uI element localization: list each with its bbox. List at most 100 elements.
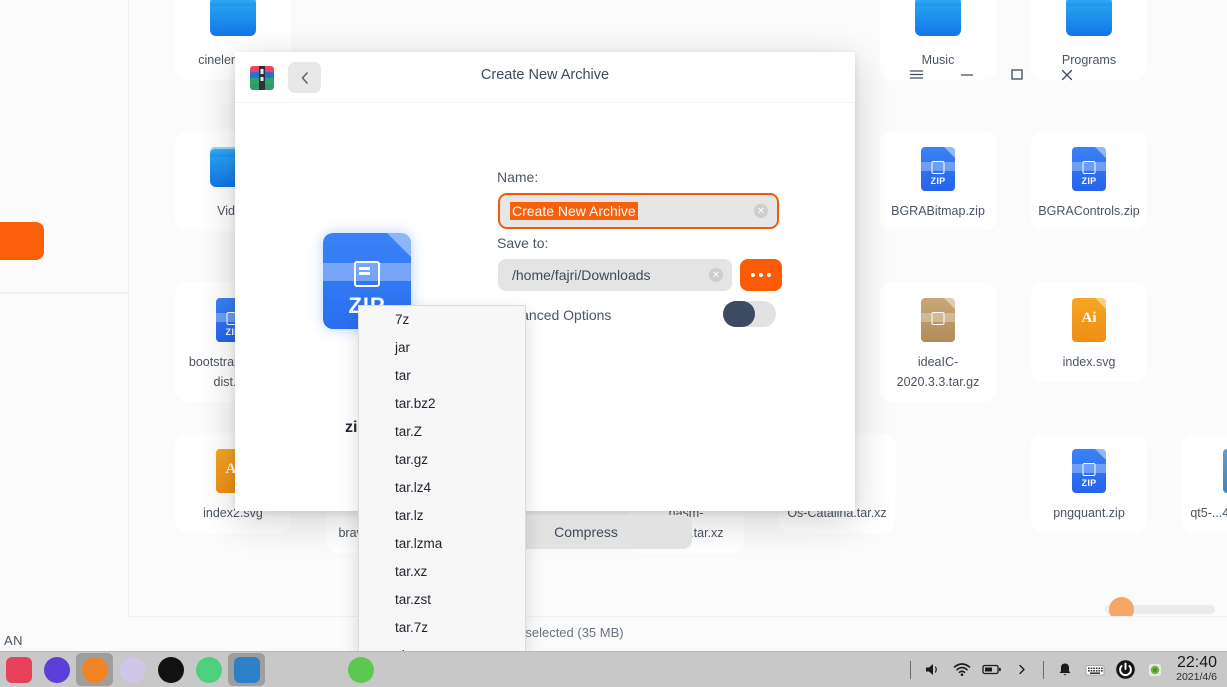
taskbar-app-media-player[interactable] <box>152 653 189 686</box>
tray-separator <box>1043 660 1045 679</box>
ai-file-icon: Ai <box>1063 294 1115 346</box>
taskbar-app-app-green[interactable] <box>342 653 379 686</box>
browse-button[interactable] <box>740 259 782 291</box>
taskbar-app-cpu-monitor[interactable] <box>38 653 75 686</box>
dialog-body: ZIP zip Name: Create New Archive ✕ Save … <box>235 103 855 549</box>
format-option[interactable]: jar <box>359 334 525 362</box>
format-option[interactable]: tar.7z <box>359 614 525 642</box>
app-green-icon <box>347 656 374 683</box>
menu-button[interactable] <box>903 64 929 90</box>
file-manager-sidebar: AN <box>0 0 129 652</box>
taskbar-app-gimp[interactable] <box>266 653 303 686</box>
taskbar-app-camera[interactable] <box>114 653 151 686</box>
format-option[interactable]: tar <box>359 362 525 390</box>
file-item[interactable]: qt5-...4.pkg.tar.zst <box>1182 433 1227 533</box>
save-to-value: /home/fajri/Downloads <box>512 267 651 283</box>
app-red-icon <box>5 656 32 683</box>
dialog-titlebar: Create New Archive <box>235 52 1073 103</box>
format-option[interactable]: tar.zst <box>359 586 525 614</box>
format-option[interactable]: tar.lz <box>359 502 525 530</box>
notification-bell-icon[interactable] <box>1050 652 1080 687</box>
file-item-label: BGRABitmap.zip <box>891 204 985 218</box>
power-icon[interactable] <box>1110 652 1140 687</box>
close-icon <box>1060 68 1074 87</box>
folder-icon <box>912 0 964 44</box>
file-item[interactable]: Ai index.svg <box>1031 282 1147 382</box>
file-manager-statusbar: es selected (35 MB) <box>128 616 1227 652</box>
format-option[interactable]: tar.xz <box>359 558 525 586</box>
format-option[interactable]: 7z <box>359 306 525 334</box>
format-option[interactable]: tar.Z <box>359 418 525 446</box>
clock-time: 22:40 <box>1176 654 1217 671</box>
advanced-options-toggle[interactable] <box>723 301 776 327</box>
clear-icon[interactable]: ✕ <box>754 204 768 218</box>
volume-icon[interactable] <box>917 652 947 687</box>
toggle-knob <box>723 301 755 327</box>
minimize-button[interactable] <box>954 64 980 90</box>
name-input-value: Create New Archive <box>510 202 638 220</box>
file-item-label: ideaIC-2020.3.3.tar.gz <box>896 355 980 389</box>
sidebar-bottom-label: AN <box>4 633 24 648</box>
sidebar-selected-item[interactable] <box>0 222 44 260</box>
save-to-input[interactable]: /home/fajri/Downloads ✕ <box>498 259 732 291</box>
media-player-icon <box>157 656 184 683</box>
file-item-label: index.svg <box>1062 355 1116 369</box>
format-option[interactable]: tar.lzma <box>359 530 525 558</box>
taskbar-clock[interactable]: 22:40 2021/4/6 <box>1176 655 1217 684</box>
hamburger-icon <box>909 68 924 86</box>
save-to-label: Save to: <box>497 235 549 251</box>
file-item[interactable]: ZIP BGRABitmap.zip <box>880 131 996 231</box>
maximize-icon <box>1010 68 1024 86</box>
gimp-icon <box>272 657 298 683</box>
music-player-icon <box>195 656 222 683</box>
file-item[interactable]: ZIP BGRAControls.zip <box>1031 131 1147 231</box>
format-option[interactable]: tar.bz2 <box>359 390 525 418</box>
file-item[interactable]: ideaIC-2020.3.3.tar.gz <box>880 282 996 402</box>
keyboard-icon[interactable] <box>1080 652 1110 687</box>
taskbar-app-music-player[interactable] <box>190 653 227 686</box>
taskbar-app-firefox[interactable] <box>76 653 113 686</box>
file-item[interactable]: ZIP pngquant.zip <box>1031 433 1147 533</box>
desktop-screen: AN cinelerra-7.2 Music Programs Video ZIP BGR… <box>0 0 1227 687</box>
name-label: Name: <box>497 169 539 185</box>
create-new-archive-dialog: Create New Archive zip Name: Create New … <box>235 52 1073 549</box>
zip-file-icon: ZIP <box>1063 445 1115 497</box>
folder-icon <box>207 0 259 44</box>
system-tray: 22:40 2021/4/6 <box>904 652 1221 687</box>
clear-icon[interactable]: ✕ <box>709 268 723 282</box>
format-dropdown-list[interactable]: 7z jar tar tar.bz2 tar.Z tar.gz tar.lz4 tar.lz t… <box>358 305 526 687</box>
clock-date: 2021/4/6 <box>1176 671 1217 683</box>
file-item-label: pngquant.zip <box>1053 506 1125 520</box>
close-button[interactable] <box>1054 64 1080 90</box>
battery-icon[interactable] <box>977 652 1007 687</box>
format-option[interactable]: tar.gz <box>359 446 525 474</box>
wifi-icon[interactable] <box>947 652 977 687</box>
file-item-label: qt5-...4.pkg.tar.zst <box>1190 506 1227 520</box>
format-option[interactable]: tar.lz4 <box>359 474 525 502</box>
camera-icon <box>119 656 146 683</box>
inkscape-icon <box>310 657 336 683</box>
expand-tray-icon[interactable] <box>1007 652 1037 687</box>
name-input[interactable]: Create New Archive ✕ <box>498 193 779 229</box>
updates-icon[interactable] <box>1140 652 1170 687</box>
tray-separator <box>910 660 912 679</box>
taskbar-apps <box>0 652 380 687</box>
firefox-icon <box>81 656 108 683</box>
maximize-button[interactable] <box>1004 64 1030 90</box>
targz-file-icon <box>912 294 964 346</box>
minimize-icon <box>960 68 974 86</box>
dialog-title: Create New Archive <box>480 67 610 83</box>
taskbar-app-inkscape[interactable] <box>304 653 341 686</box>
taskbar-app-peazip[interactable] <box>228 653 265 686</box>
file-item-label: Programs <box>1061 53 1117 67</box>
peazip-icon <box>233 656 260 683</box>
cpu-monitor-icon <box>43 656 70 683</box>
sidebar-divider <box>0 292 128 294</box>
file-item-label: BGRAControls.zip <box>1038 204 1140 218</box>
browse-ellipsis-icon <box>750 272 772 278</box>
zip-file-icon: ZIP <box>1063 143 1115 195</box>
file-item[interactable]: Programs <box>1031 0 1147 80</box>
folder-icon <box>1063 0 1115 44</box>
zip-file-icon: ZIP <box>912 143 964 195</box>
taskbar-app-app-red[interactable] <box>0 653 37 686</box>
